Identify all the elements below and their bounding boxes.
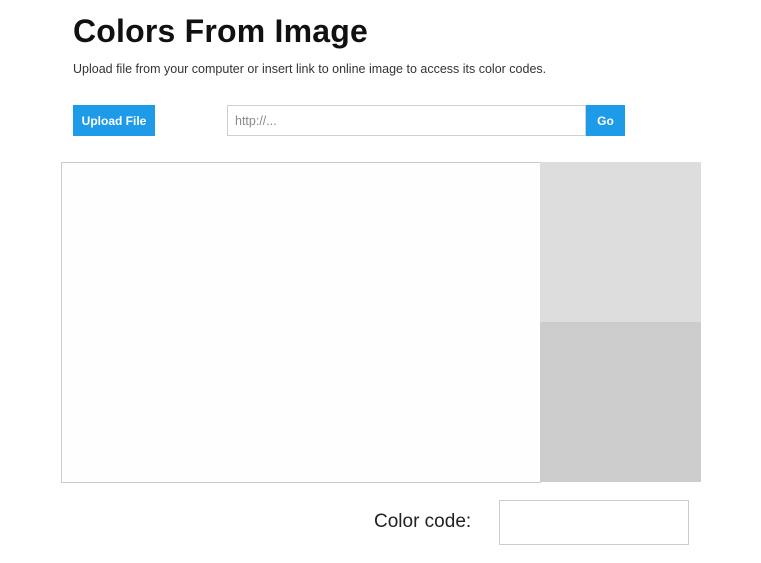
go-button[interactable]: Go — [586, 105, 625, 136]
image-preview-area[interactable] — [61, 162, 541, 483]
page-title: Colors From Image — [73, 13, 369, 49]
color-swatch-primary — [540, 162, 701, 322]
color-swatch-secondary — [540, 322, 701, 482]
color-code-label: Color code: — [374, 511, 472, 532]
upload-file-button[interactable]: Upload File — [73, 105, 155, 136]
image-url-input[interactable] — [227, 105, 586, 136]
color-code-field[interactable] — [499, 500, 689, 545]
page-subtitle: Upload file from your computer or insert… — [73, 62, 547, 76]
page: Colors From Image Upload file from your … — [0, 0, 761, 563]
